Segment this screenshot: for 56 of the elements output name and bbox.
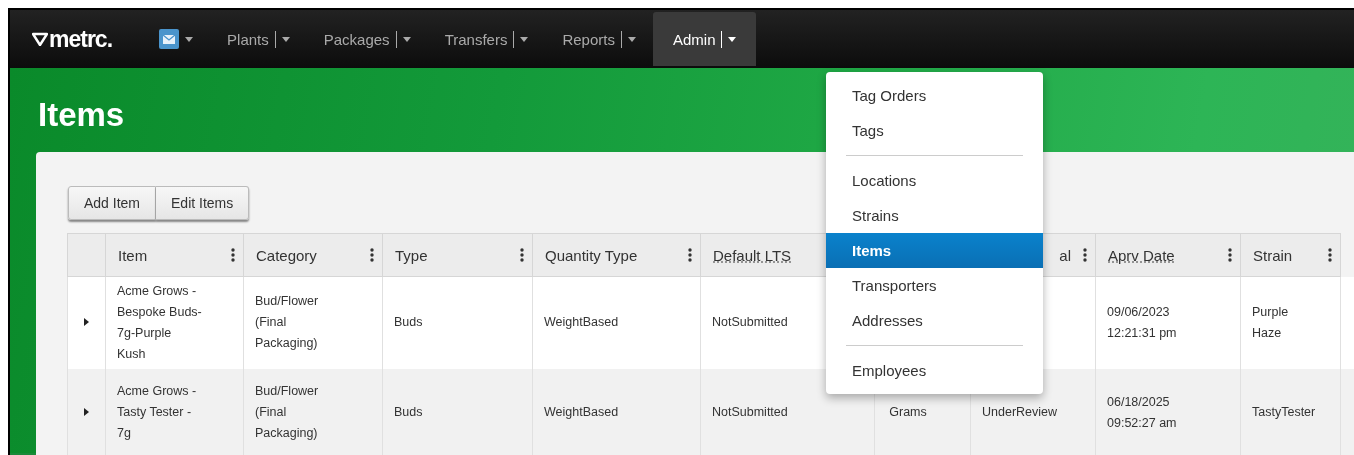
caret-icon	[728, 36, 737, 42]
column-menu-icon[interactable]	[370, 248, 374, 262]
page-title: Items	[37, 95, 125, 135]
column-menu-icon[interactable]	[688, 248, 692, 262]
menu-item[interactable]: Items	[826, 233, 1043, 268]
nav-menu[interactable]: Transfers	[427, 12, 546, 66]
column-menu-icon[interactable]	[520, 248, 524, 262]
menu-item[interactable]: Tags	[826, 113, 1043, 148]
nav-menu[interactable]: Plants	[210, 12, 307, 66]
table-cell: WeightBased	[544, 405, 619, 419]
menu-item[interactable]: Transporters	[826, 268, 1043, 303]
column-header[interactable]: al	[1059, 246, 1071, 264]
metrc-logo[interactable]: metrc.	[32, 25, 113, 53]
column-menu-icon[interactable]	[231, 248, 235, 262]
column-menu-icon[interactable]	[1328, 248, 1332, 262]
table-cell: Acme Grows - Tasty Tester - 7g	[117, 384, 197, 440]
column-menu-icon[interactable]	[1228, 248, 1232, 262]
menu-item[interactable]: Strains	[826, 198, 1043, 233]
caret-icon	[520, 36, 529, 42]
caret-icon	[402, 36, 411, 42]
table-cell: Buds	[394, 315, 423, 330]
menu-item[interactable]: Locations	[826, 163, 1043, 198]
nav-menu[interactable]: Reports	[545, 12, 653, 66]
table-cell: 06/18/2025 09:52:27 am	[1107, 394, 1177, 430]
table-cell: TastyTester	[1252, 405, 1316, 419]
expand-arrow-icon[interactable]	[84, 408, 89, 416]
toolbar-button[interactable]: Edit Items	[156, 186, 250, 220]
nav-menu[interactable]: Admin	[652, 12, 757, 66]
table-cell: NotSubmitted	[712, 405, 788, 419]
mail-icon	[159, 29, 180, 49]
column-header[interactable]: Item	[118, 246, 148, 264]
table-cell: NotSubmitted	[712, 315, 788, 330]
nav-menu[interactable]: Packages	[306, 12, 428, 66]
table-cell: Grams	[889, 405, 927, 419]
caret-icon	[627, 36, 636, 42]
menu-item[interactable]: Tag Orders	[826, 78, 1043, 113]
table-cell: Bud/Flower (Final Packaging)	[255, 294, 319, 351]
table-cell: 09/06/2023 12:21:31 pm	[1107, 304, 1177, 340]
caret-icon	[281, 36, 290, 42]
menu-item[interactable]: Addresses	[826, 303, 1043, 338]
column-header[interactable]: Category	[256, 246, 317, 264]
toolbar-button[interactable]: Add Item	[68, 186, 157, 220]
caret-icon	[185, 36, 194, 42]
table-cell: Purple Haze	[1252, 304, 1289, 340]
table-cell: Acme Grows - Bespoke Buds-7g-Purple Kush	[117, 283, 202, 361]
column-menu-icon[interactable]	[1083, 248, 1087, 262]
table-cell: WeightBased	[544, 315, 619, 330]
column-header[interactable]: Type	[395, 246, 428, 264]
menu-item[interactable]: Employees	[826, 353, 1043, 388]
column-header[interactable]: Strain	[1253, 246, 1293, 264]
table-cell: Buds	[394, 405, 423, 419]
column-header[interactable]: Aprv Date	[1108, 246, 1175, 264]
column-header[interactable]: Default LTS	[713, 246, 792, 264]
table-cell: Bud/Flower (Final Packaging)	[255, 384, 319, 440]
table-cell: UnderReview	[982, 405, 1058, 419]
expand-arrow-icon[interactable]	[84, 318, 89, 327]
